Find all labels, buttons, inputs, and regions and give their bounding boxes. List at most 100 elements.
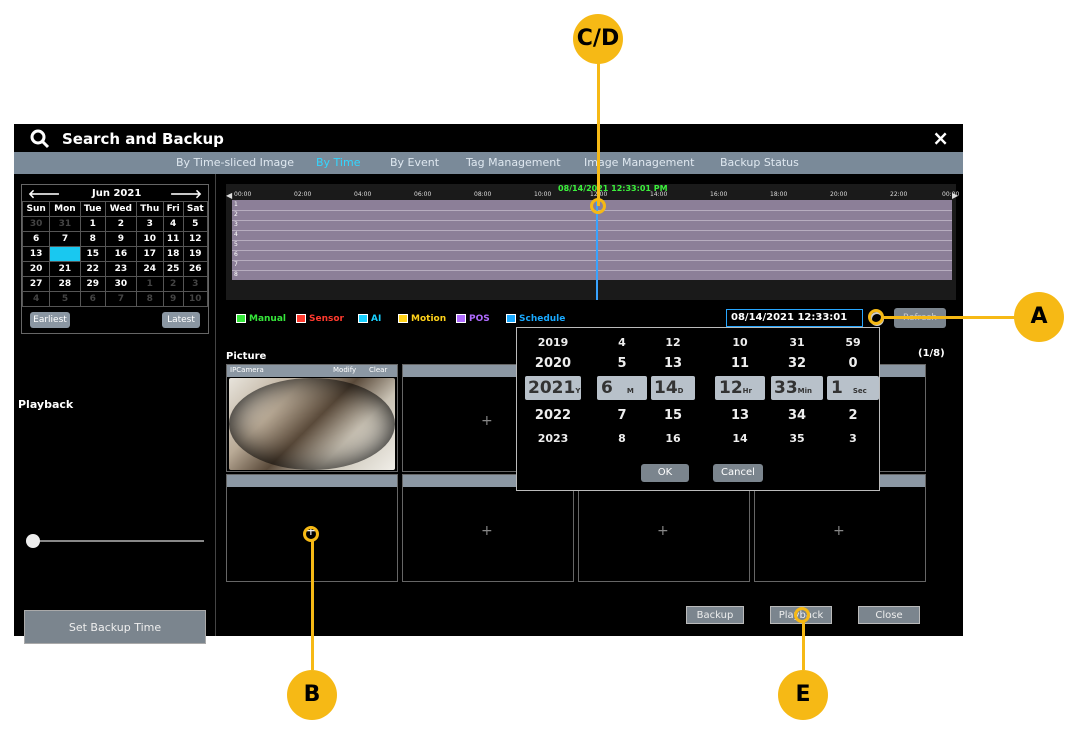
calendar-day[interactable]: 30 <box>104 276 137 292</box>
calendar-day[interactable]: 17 <box>135 246 164 262</box>
earliest-button[interactable]: Earliest <box>30 312 70 328</box>
tab-by-time[interactable]: By Time <box>316 156 360 169</box>
calendar-day[interactable]: 7 <box>104 291 137 307</box>
picker-selected[interactable]: 33Min <box>771 376 823 400</box>
calendar-day[interactable]: 26 <box>182 261 209 277</box>
picker-value[interactable]: 16 <box>651 432 695 445</box>
calendar-day[interactable]: 29 <box>79 276 106 292</box>
picker-value[interactable]: 2022 <box>525 408 581 423</box>
picker-value[interactable]: 5 <box>597 356 647 371</box>
prev-month-icon[interactable]: 🡐 <box>28 186 60 201</box>
clear-button[interactable]: Clear <box>369 366 387 374</box>
modify-button[interactable]: Modify <box>333 366 356 374</box>
calendar-day[interactable]: 8 <box>135 291 164 307</box>
next-month-icon[interactable]: 🡒 <box>170 186 202 201</box>
add-icon[interactable]: + <box>657 523 669 539</box>
playback-slider[interactable] <box>30 540 204 542</box>
add-icon[interactable]: + <box>833 523 845 539</box>
calendar-day[interactable]: 10 <box>135 231 164 247</box>
tab-by-event[interactable]: By Event <box>390 156 439 169</box>
calendar-day[interactable]: 30 <box>21 216 51 232</box>
picker-value[interactable]: 7 <box>597 408 647 423</box>
calendar-day[interactable]: 8 <box>79 231 106 247</box>
calendar-day[interactable]: 7 <box>49 231 81 247</box>
set-backup-time-button[interactable]: Set Backup Time <box>24 610 206 644</box>
cancel-button[interactable]: Cancel <box>713 464 763 482</box>
picker-value[interactable]: 2020 <box>525 356 581 371</box>
calendar-day[interactable]: 20 <box>21 261 51 277</box>
picker-selected[interactable]: 6M <box>597 376 647 400</box>
backup-button[interactable]: Backup <box>686 606 744 624</box>
close-icon[interactable]: × <box>932 126 949 150</box>
calendar-day[interactable]: 5 <box>182 216 209 232</box>
calendar-day[interactable]: 1 <box>135 276 164 292</box>
calendar-day[interactable]: 25 <box>162 261 184 277</box>
calendar-day[interactable]: 11 <box>162 231 184 247</box>
calendar-day[interactable]: 18 <box>162 246 184 262</box>
calendar-day-selected[interactable] <box>49 246 81 262</box>
calendar-day[interactable]: 28 <box>49 276 81 292</box>
calendar-day[interactable]: 5 <box>49 291 81 307</box>
picker-value[interactable]: 8 <box>597 432 647 445</box>
picker-value[interactable]: 15 <box>651 408 695 423</box>
calendar-day[interactable]: 23 <box>104 261 137 277</box>
picker-value[interactable]: 13 <box>715 408 765 423</box>
calendar-day[interactable]: 4 <box>162 216 184 232</box>
calendar-day[interactable]: 21 <box>49 261 81 277</box>
add-icon[interactable]: + <box>481 523 493 539</box>
picker-selected[interactable]: 14D <box>651 376 695 400</box>
picker-value[interactable]: 4 <box>597 336 647 349</box>
picker-value[interactable]: 35 <box>771 432 823 445</box>
playback-slider-handle[interactable] <box>26 534 40 548</box>
picker-value[interactable]: 31 <box>771 336 823 349</box>
picker-value[interactable]: 34 <box>771 408 823 423</box>
calendar-day[interactable]: 9 <box>162 291 184 307</box>
calendar-day[interactable]: 12 <box>182 231 209 247</box>
picker-selected[interactable]: 1 Sec <box>827 376 879 400</box>
tab-image-management[interactable]: Image Management <box>584 156 694 169</box>
calendar-day[interactable]: 24 <box>135 261 164 277</box>
calendar-day[interactable]: 2 <box>162 276 184 292</box>
picker-selected[interactable]: 2021Y <box>525 376 581 400</box>
picker-value[interactable]: 12 <box>651 336 695 349</box>
calendar-day[interactable]: 4 <box>21 291 51 307</box>
calendar-day[interactable]: 1 <box>79 216 106 232</box>
picker-value[interactable]: 2 <box>827 408 879 423</box>
calendar-day[interactable]: 22 <box>79 261 106 277</box>
calendar-day[interactable]: 10 <box>182 291 209 307</box>
picker-value[interactable]: 13 <box>651 356 695 371</box>
picker-value[interactable]: 10 <box>715 336 765 349</box>
picker-value[interactable]: 14 <box>715 432 765 445</box>
latest-button[interactable]: Latest <box>162 312 200 328</box>
calendar-day[interactable]: 3 <box>135 216 164 232</box>
calendar-day[interactable]: 2 <box>104 216 137 232</box>
picker-value[interactable]: 32 <box>771 356 823 371</box>
picker-value[interactable]: 3 <box>827 432 879 445</box>
datetime-field[interactable]: 08/14/2021 12:33:01 PM <box>726 309 863 339</box>
timeline-cursor[interactable] <box>596 200 598 300</box>
calendar-day[interactable]: 27 <box>21 276 51 292</box>
picker-selected[interactable]: 12Hr <box>715 376 765 400</box>
tab-backup-status[interactable]: Backup Status <box>720 156 799 169</box>
picker-value[interactable]: 0 <box>827 356 879 371</box>
ok-button[interactable]: OK <box>641 464 689 482</box>
calendar-day[interactable]: 16 <box>104 246 137 262</box>
calendar-day[interactable]: 6 <box>21 231 51 247</box>
add-icon[interactable]: + <box>481 413 493 429</box>
close-button[interactable]: Close <box>858 606 920 624</box>
calendar-day[interactable]: 6 <box>79 291 106 307</box>
tab-by-time-sliced-image[interactable]: By Time-sliced Image <box>176 156 294 169</box>
picker-value[interactable]: 2019 <box>525 336 581 349</box>
picker-value[interactable]: 59 <box>827 336 879 349</box>
calendar-day[interactable]: 15 <box>79 246 106 262</box>
picker-value[interactable]: 2023 <box>525 432 581 445</box>
timeline-prev-icon[interactable]: ◀ <box>226 191 232 200</box>
calendar-day[interactable]: 3 <box>182 276 209 292</box>
calendar-day[interactable]: 13 <box>21 246 51 262</box>
calendar-day[interactable]: 19 <box>182 246 209 262</box>
picker-value[interactable]: 11 <box>715 356 765 371</box>
calendar-day[interactable]: 9 <box>104 231 137 247</box>
calendar-day[interactable]: 31 <box>49 216 81 232</box>
timeline-next-icon[interactable]: ▶ <box>952 191 958 200</box>
tab-tag-management[interactable]: Tag Management <box>466 156 561 169</box>
